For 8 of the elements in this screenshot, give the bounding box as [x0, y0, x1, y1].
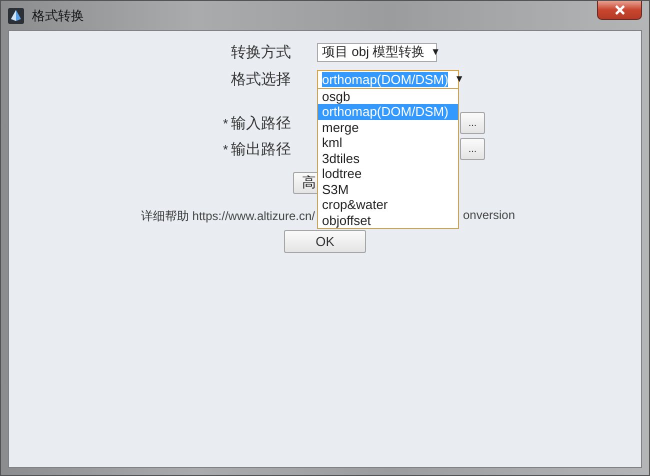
field-label: 输出路径 — [231, 140, 291, 158]
help-text: 详细帮助 https://www.altizure.cn/ — [140, 208, 315, 225]
field-label: 输入路径 — [231, 114, 291, 132]
window-title: 格式转换 — [32, 6, 84, 24]
field-label: 转换方式 — [230, 42, 291, 62]
required-mark: * — [222, 142, 228, 156]
field-label: 格式选择 — [230, 70, 291, 88]
required-mark: * — [222, 116, 228, 130]
